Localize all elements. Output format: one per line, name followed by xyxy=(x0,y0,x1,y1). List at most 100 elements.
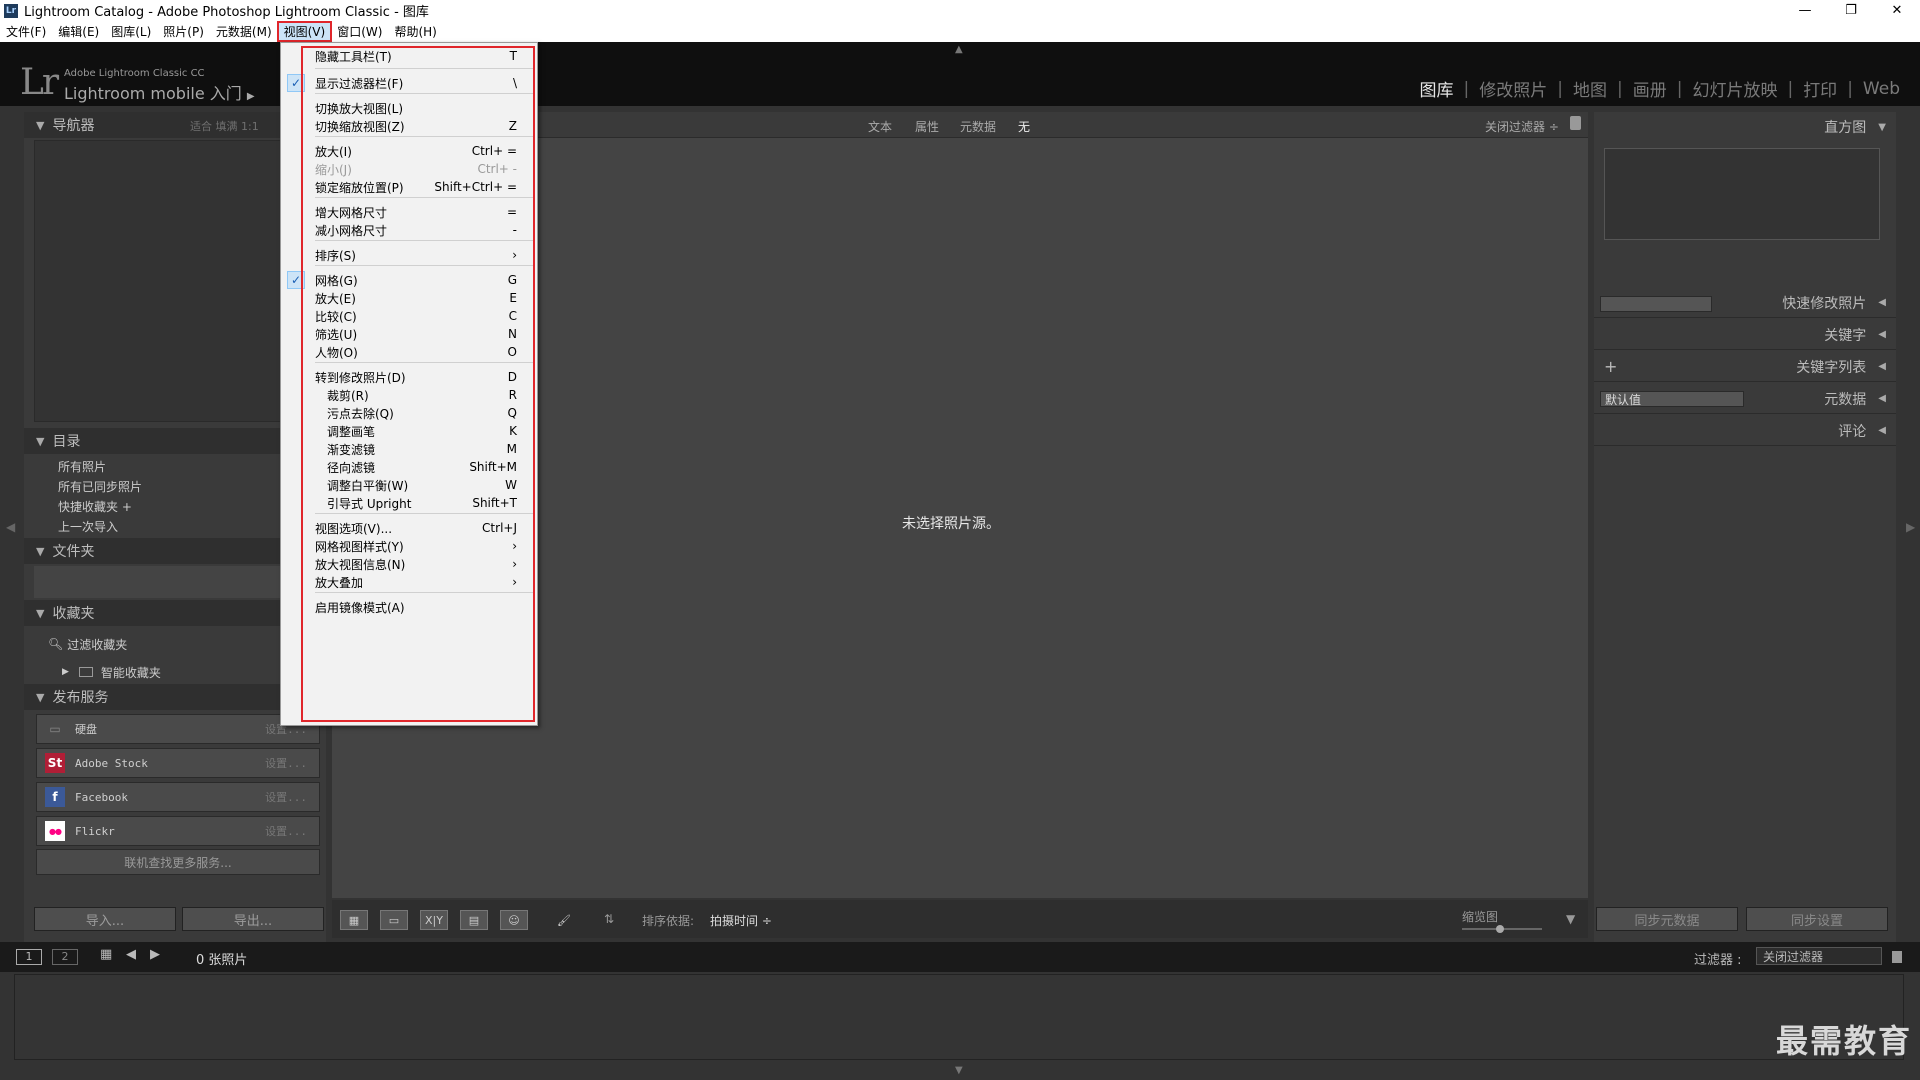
keywording-header[interactable]: 关键字 ◀ xyxy=(1594,320,1896,350)
menu-item-shortcut: T xyxy=(509,49,517,63)
view-menu-item[interactable]: ✓ 显示过滤器栏(F) \ xyxy=(281,72,537,94)
people-view-icon[interactable]: ☺ xyxy=(500,910,528,930)
filter-lock-icon[interactable] xyxy=(1892,951,1902,963)
loupe-view-icon[interactable]: ▭ xyxy=(380,910,408,930)
catalog-item-quick-collection[interactable]: 快捷收藏夹 + xyxy=(58,498,132,515)
menu-item-label: 引导式 Upright xyxy=(327,496,412,511)
toolbar-options-chevron-icon[interactable]: ▼ xyxy=(1566,912,1575,926)
module-slideshow[interactable]: 幻灯片放映 xyxy=(1682,76,1787,101)
menu-item-label: 视图选项(V)... xyxy=(315,521,393,536)
mobile-getting-started-link[interactable]: Lightroom mobile 入门 ▶ xyxy=(64,80,255,104)
menu-window[interactable]: 窗口(W) xyxy=(331,22,388,41)
navigator-zoom-options[interactable]: 适合 填满 1:1 xyxy=(190,118,259,134)
survey-view-icon[interactable]: ▤ xyxy=(460,910,488,930)
module-map[interactable]: 地图 xyxy=(1563,76,1617,101)
filter-text[interactable]: 文本 xyxy=(868,118,892,135)
top-panel-toggle-icon[interactable]: ▲ xyxy=(955,44,963,55)
expand-triangle-icon[interactable]: ▶ xyxy=(62,667,69,677)
export-button[interactable]: 导出... xyxy=(182,907,324,931)
view-menu-item[interactable]: 放大叠加 › xyxy=(281,571,537,593)
filter-none[interactable]: 无 xyxy=(1018,118,1030,135)
menu-separator xyxy=(315,265,533,266)
filter-attribute[interactable]: 属性 xyxy=(915,118,939,135)
menu-item-label: 调整白平衡(W) xyxy=(327,478,409,493)
view-menu-item[interactable]: 减小网格尺寸 - xyxy=(281,219,537,241)
quick-develop-header[interactable]: 快速修改照片 ◀ xyxy=(1594,288,1896,318)
title-bar: Lr Lightroom Catalog - Adobe Photoshop L… xyxy=(0,0,1920,21)
close-button[interactable]: ✕ xyxy=(1874,0,1920,21)
catalog-item-previous-import[interactable]: 上一次导入 xyxy=(58,518,118,535)
filmstrip-filter-select[interactable]: 关闭过滤器 xyxy=(1756,947,1882,965)
keyword-list-header[interactable]: + 关键字列表 ◀ xyxy=(1594,352,1896,382)
publish-service-facebook[interactable]: f Facebook 设置... xyxy=(36,782,320,812)
menu-file[interactable]: 文件(F) xyxy=(0,22,52,41)
menu-item-shortcut: Shift+Ctrl+ = xyxy=(434,180,517,194)
view-menu-item[interactable]: 隐藏工具栏(T) T xyxy=(281,45,537,67)
menu-item-shortcut: K xyxy=(509,424,517,438)
module-develop[interactable]: 修改照片 xyxy=(1469,76,1557,101)
view-menu-item[interactable]: 引导式 Upright Shift+T xyxy=(281,492,537,514)
publish-service-adobe-stock[interactable]: St Adobe Stock 设置... xyxy=(36,748,320,778)
view-menu-item[interactable]: 排序(S) › xyxy=(281,244,537,266)
grid-icon[interactable]: ▦ xyxy=(100,947,112,962)
secondary-window-button[interactable]: 2 xyxy=(52,949,78,965)
find-more-services-button[interactable]: 联机查找更多服务... xyxy=(36,849,320,875)
metadata-header[interactable]: 元数据 ◀ xyxy=(1594,384,1896,414)
view-menu-item[interactable]: 切换缩放视图(Z) Z xyxy=(281,115,537,137)
sort-order-select[interactable]: 拍摄时间 ÷ xyxy=(710,912,772,929)
filmstrip[interactable] xyxy=(14,974,1904,1060)
menu-edit[interactable]: 编辑(E) xyxy=(52,22,105,41)
minimize-button[interactable]: — xyxy=(1782,0,1828,21)
sort-direction-icon[interactable]: ⇅ xyxy=(604,912,614,926)
view-menu-item[interactable]: 人物(O) O xyxy=(281,341,537,363)
left-panel-toggle-icon[interactable]: ◀ xyxy=(6,520,15,534)
painter-icon[interactable]: 🖌︎ xyxy=(556,910,572,930)
menu-item-label: 启用镜像模式(A) xyxy=(315,600,405,615)
menu-metadata[interactable]: 元数据(M) xyxy=(210,22,278,41)
sync-settings-button[interactable]: 同步设置 xyxy=(1746,907,1888,931)
view-menu-item[interactable]: 启用镜像模式(A) xyxy=(281,596,537,618)
setup-link[interactable]: 设置... xyxy=(265,823,307,839)
bottom-panel-toggle-icon[interactable]: ▼ xyxy=(955,1065,963,1076)
filter-preset-select[interactable]: 关闭过滤器 ÷ xyxy=(1485,118,1559,135)
import-button[interactable]: 导入... xyxy=(34,907,176,931)
menu-item-shortcut: › xyxy=(512,539,517,553)
menu-item-label: 污点去除(Q) xyxy=(327,406,394,421)
menu-library[interactable]: 图库(L) xyxy=(105,22,157,41)
slider-handle[interactable] xyxy=(1496,925,1504,933)
main-window-button[interactable]: 1 xyxy=(16,949,42,965)
forward-arrow-icon[interactable]: ▶ xyxy=(150,947,160,962)
menu-view[interactable]: 视图(V) xyxy=(276,21,333,42)
collapse-triangle-icon: ▼ xyxy=(36,434,45,448)
setup-link[interactable]: 设置... xyxy=(265,789,307,805)
menu-item-shortcut: D xyxy=(507,370,517,384)
publish-service-hard-drive[interactable]: ▭ 硬盘 设置... xyxy=(36,714,320,744)
lightroom-app-icon: Lr xyxy=(4,3,18,18)
menu-separator xyxy=(315,592,533,593)
setup-link[interactable]: 设置... xyxy=(265,755,307,771)
lock-icon[interactable] xyxy=(1570,116,1581,130)
catalog-item-synced[interactable]: 所有已同步照片 xyxy=(58,478,142,495)
view-menu-item[interactable]: 锁定缩放位置(P) Shift+Ctrl+ = xyxy=(281,176,537,198)
add-keyword-icon[interactable]: + xyxy=(1604,357,1617,376)
right-panel-toggle-icon[interactable]: ▶ xyxy=(1906,520,1915,534)
module-web[interactable]: Web xyxy=(1853,79,1910,99)
module-book[interactable]: 画册 xyxy=(1623,76,1677,101)
histogram-header[interactable]: 直方图 ▼ xyxy=(1594,112,1896,142)
menu-item-label: 放大(I) xyxy=(315,144,352,159)
menu-help[interactable]: 帮助(H) xyxy=(388,22,442,41)
grid-view-icon[interactable]: ▦ xyxy=(340,910,368,930)
back-arrow-icon[interactable]: ◀ xyxy=(126,947,136,962)
menu-photo[interactable]: 照片(P) xyxy=(157,22,210,41)
sync-metadata-button[interactable]: 同步元数据 xyxy=(1596,907,1738,931)
comments-header[interactable]: 评论 ◀ xyxy=(1594,416,1896,446)
menu-item-label: 转到修改照片(D) xyxy=(315,370,406,385)
publish-service-flickr[interactable]: ●● Flickr 设置... xyxy=(36,816,320,846)
compare-view-icon[interactable]: X|Y xyxy=(420,910,448,930)
module-library[interactable]: 图库 xyxy=(1410,76,1464,101)
catalog-item-all-photos[interactable]: 所有照片 xyxy=(58,458,106,475)
module-print[interactable]: 打印 xyxy=(1793,76,1847,101)
restore-button[interactable]: ❐ xyxy=(1828,0,1874,21)
filter-metadata[interactable]: 元数据 xyxy=(960,118,996,135)
collapse-triangle-icon: ▼ xyxy=(36,690,45,704)
